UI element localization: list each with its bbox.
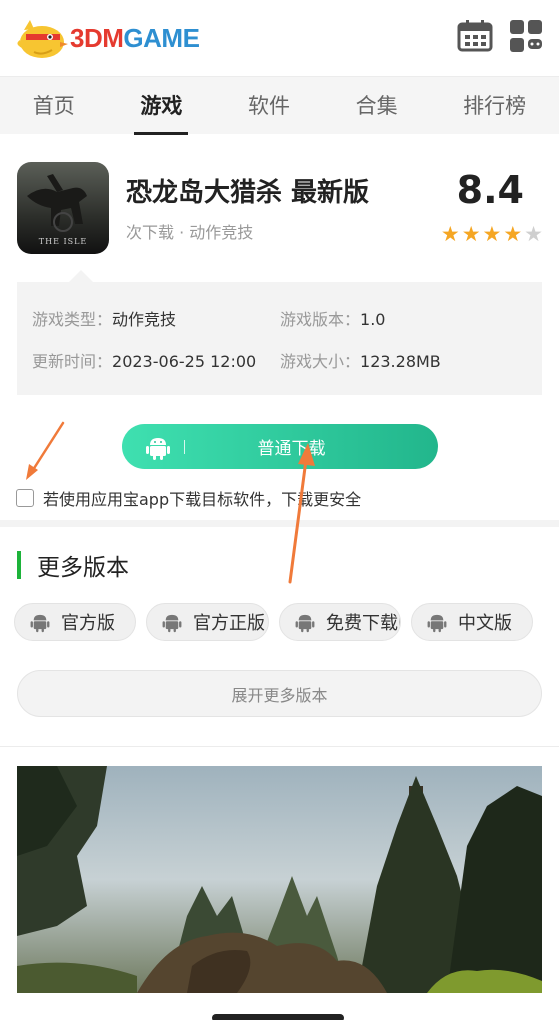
section-accent-bar — [17, 551, 21, 579]
info-size-value: 123.28MB — [360, 352, 441, 371]
main-nav: 首页 游戏 软件 合集 排行榜 — [0, 76, 559, 135]
info-update-time: 更新时间：2023-06-25 12:00 — [32, 348, 256, 372]
android-icon — [30, 614, 50, 633]
version-chip[interactable]: 免费下载中 — [279, 603, 401, 641]
game-icon-caption: THE ISLE — [39, 237, 88, 246]
top-header: 3DMGAME — [0, 0, 559, 76]
rating-stars: ★ ★ ★ ★ ★ — [441, 224, 543, 245]
star-empty-icon: ★ — [524, 222, 543, 246]
star-filled-icon: ★ — [440, 222, 460, 246]
version-chip-label: 免费下载中 — [326, 613, 400, 634]
info-game-version: 游戏版本：1.0 — [280, 306, 385, 330]
section-separator — [0, 746, 559, 747]
section-divider — [0, 520, 559, 527]
version-chip[interactable]: 官方版 — [14, 603, 136, 641]
version-chip-list: 官方版 官方正版 免费下载中 中文版 — [14, 603, 533, 641]
game-screenshot[interactable] — [17, 766, 542, 993]
logo-text-suffix: GAME — [123, 22, 200, 53]
game-subtitle: 次下载 · 动作竞技 — [126, 223, 254, 242]
nav-tab-games[interactable]: 游戏 — [134, 77, 189, 135]
apps-grid-icon[interactable] — [509, 19, 543, 57]
info-game-type: 游戏类型：动作竞技 — [32, 306, 176, 330]
download-button[interactable]: 普通下载 — [122, 424, 438, 469]
info-game-size: 游戏大小：123.28MB — [280, 348, 441, 372]
info-type-label: 游戏类型： — [32, 310, 113, 329]
version-chip[interactable]: 官方正版 — [146, 603, 269, 641]
safe-download-checkbox[interactable] — [16, 489, 34, 507]
game-icon: THE ISLE — [17, 162, 109, 254]
star-filled-icon: ★ — [482, 222, 502, 246]
nav-tab-rankings[interactable]: 排行榜 — [457, 77, 532, 135]
more-versions-header: 更多版本 — [17, 548, 129, 582]
star-filled-icon: ★ — [461, 222, 481, 246]
nav-tab-collections[interactable]: 合集 — [350, 77, 404, 135]
info-version-label: 游戏版本： — [280, 310, 361, 329]
info-update-value: 2023-06-25 12:00 — [112, 352, 257, 371]
site-logo[interactable]: 3DMGAME — [16, 16, 200, 60]
version-chip[interactable]: 中文版 — [411, 603, 533, 641]
android-icon — [144, 433, 172, 461]
download-button-label: 普通下载 — [257, 439, 326, 459]
nav-tab-home[interactable]: 首页 — [27, 77, 81, 135]
version-chip-label: 官方版 — [61, 613, 115, 634]
game-score: 8.4 — [456, 168, 524, 212]
info-update-label: 更新时间： — [32, 352, 113, 371]
logo-text-prefix: 3DM — [70, 22, 124, 53]
mascot-chick-icon — [16, 16, 72, 60]
android-icon — [427, 614, 447, 633]
scroll-indicator — [212, 1014, 344, 1020]
info-version-value: 1.0 — [360, 310, 386, 329]
game-title: 恐龙岛大猎杀 最新版 — [126, 178, 370, 208]
safe-download-option[interactable]: 若使用应用宝app下载目标软件，下载更安全 — [16, 486, 361, 510]
android-icon — [162, 614, 182, 633]
game-info-panel: 游戏类型：动作竞技 游戏版本：1.0 更新时间：2023-06-25 12:00… — [17, 270, 542, 395]
info-type-value: 动作竞技 — [112, 310, 177, 329]
calendar-icon[interactable] — [457, 20, 493, 56]
nav-tab-software[interactable]: 软件 — [242, 77, 296, 135]
version-chip-label: 官方正版 — [193, 613, 265, 634]
more-versions-title: 更多版本 — [37, 555, 129, 581]
android-icon — [295, 614, 315, 633]
safe-download-text: 若使用应用宝app下载目标软件，下载更安全 — [43, 490, 362, 509]
game-header: THE ISLE 恐龙岛大猎杀 最新版 次下载 · 动作竞技 8.4 ★ ★ ★ ★ ★ — [0, 134, 559, 254]
version-chip-label: 中文版 — [458, 613, 512, 634]
star-filled-icon: ★ — [503, 222, 523, 246]
arrow-to-checkbox-icon — [26, 421, 65, 480]
info-size-label: 游戏大小： — [280, 352, 361, 371]
expand-more-versions-button[interactable]: 展开更多版本 — [17, 670, 542, 717]
